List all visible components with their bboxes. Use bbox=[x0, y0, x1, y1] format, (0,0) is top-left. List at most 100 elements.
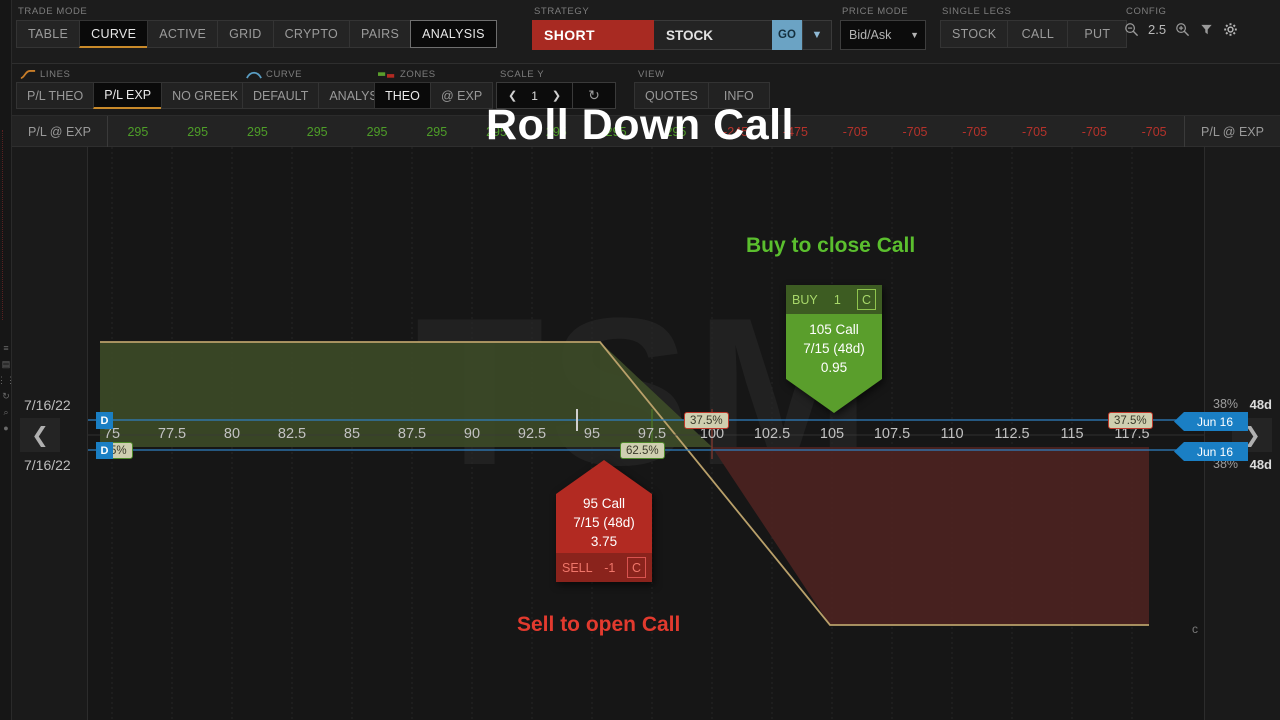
price-mode-value: Bid/Ask bbox=[849, 28, 892, 42]
buy-marker-body: 105 Call 7/15 (48d) 0.95 bbox=[786, 314, 882, 380]
x-axis-tick: 95 bbox=[583, 426, 601, 442]
sell-marker-body: 95 Call 7/15 (48d) 3.75 bbox=[556, 494, 652, 554]
x-axis-tick: 80 bbox=[223, 426, 241, 442]
expiry-tag-top[interactable]: Jun 16 bbox=[1174, 412, 1248, 431]
price-mode-select[interactable]: Bid/Ask ▼ bbox=[840, 20, 926, 50]
leg-put-button[interactable]: PUT bbox=[1067, 20, 1128, 48]
right-pct-top: 38% bbox=[1213, 397, 1239, 411]
zoom-level-value: 2.5 bbox=[1148, 22, 1167, 37]
lines-label: LINES bbox=[16, 64, 265, 80]
menu-icon[interactable]: ≡ bbox=[0, 340, 12, 356]
sell-strike: 95 Call bbox=[582, 496, 626, 511]
tab-curve[interactable]: CURVE bbox=[79, 20, 148, 48]
x-axis-tick: 107.5 bbox=[873, 426, 911, 442]
x-axis-tick: 102.5 bbox=[753, 426, 791, 442]
buy-annotation: Buy to close Call bbox=[746, 234, 916, 257]
leg-stock-button[interactable]: STOCK bbox=[940, 20, 1008, 48]
buy-marker-header: BUY 1 C bbox=[786, 285, 882, 314]
single-legs-label: SINGLE LEGS bbox=[942, 6, 1012, 17]
sell-annotation: Sell to open Call bbox=[517, 613, 681, 636]
buy-action-label: BUY bbox=[792, 292, 818, 307]
sell-type-badge: C bbox=[627, 557, 646, 579]
left-date-bottom: 7/16/22 bbox=[24, 457, 71, 473]
probability-badge[interactable]: 37.5% bbox=[1108, 412, 1153, 429]
curve-line-icon bbox=[20, 70, 36, 79]
refresh-icon[interactable]: ↻ bbox=[0, 388, 12, 404]
sell-marker-pointer bbox=[556, 460, 652, 494]
circle-icon[interactable]: ● bbox=[0, 420, 12, 436]
x-axis-tick: 97.5 bbox=[637, 426, 667, 442]
buy-option-marker[interactable]: BUY 1 C 105 Call 7/15 (48d) 0.95 bbox=[786, 285, 882, 414]
strategy-label: STRATEGY bbox=[534, 6, 590, 17]
right-days-top: 48d bbox=[1249, 397, 1272, 412]
chevron-down-icon[interactable]: ▼ bbox=[802, 20, 832, 50]
config-label: CONFIG bbox=[1126, 6, 1167, 17]
sell-qty: -1 bbox=[604, 560, 616, 575]
left-date-top: 7/16/22 bbox=[24, 397, 71, 413]
x-axis-tick: 92.5 bbox=[517, 426, 547, 442]
page-title: Roll Down Call bbox=[486, 101, 794, 149]
leg-call-button[interactable]: CALL bbox=[1007, 20, 1068, 48]
top-toolbar: TRADE MODE TABLE CURVE ACTIVE GRID CRYPT… bbox=[12, 0, 1280, 64]
search-icon[interactable]: ⌕ bbox=[0, 404, 12, 420]
price-mode-label: PRICE MODE bbox=[842, 6, 909, 17]
sell-price: 3.75 bbox=[590, 534, 618, 550]
x-axis-tick: 85 bbox=[343, 426, 361, 442]
dividend-marker-top[interactable]: D bbox=[96, 412, 113, 429]
single-legs-group: SINGLE LEGS STOCK CALL PUT bbox=[936, 0, 1128, 64]
zones-label: ZONES bbox=[374, 64, 493, 80]
x-axis-tick: 87.5 bbox=[397, 426, 427, 442]
rail-icon-group[interactable]: ≡ ▤ ⋮⋮ ↻ ⌕ ● bbox=[0, 340, 15, 436]
probability-badge[interactable]: 62.5% bbox=[620, 442, 665, 459]
strategy-type-button[interactable]: STOCK bbox=[654, 20, 772, 50]
x-axis-tick: 82.5 bbox=[277, 426, 307, 442]
strategy-group: STRATEGY SHORT STOCK GO ▼ bbox=[528, 0, 832, 64]
right-days-bottom: 48d bbox=[1249, 457, 1272, 472]
sell-marker-header: SELL -1 C bbox=[556, 553, 652, 583]
buy-marker-pointer bbox=[786, 379, 882, 414]
crosshair-cursor bbox=[576, 409, 578, 431]
x-axis-tick: 112.5 bbox=[994, 426, 1030, 442]
tab-pairs[interactable]: PAIRS bbox=[349, 20, 411, 48]
sell-expiry: 7/15 (48d) bbox=[573, 515, 635, 531]
sell-action-label: SELL bbox=[562, 560, 593, 575]
zoom-in-icon[interactable] bbox=[1175, 22, 1190, 37]
x-axis-tick: 115 bbox=[1060, 426, 1084, 442]
tab-grid[interactable]: GRID bbox=[217, 20, 273, 48]
view-label: VIEW bbox=[638, 69, 665, 80]
sell-option-marker[interactable]: 95 Call 7/15 (48d) 3.75 SELL -1 C bbox=[556, 460, 652, 583]
tab-table[interactable]: TABLE bbox=[16, 20, 80, 48]
sliders-icon[interactable]: ⋮⋮ bbox=[0, 372, 15, 388]
price-mode-group: PRICE MODE Bid/Ask ▼ bbox=[836, 0, 926, 64]
tab-analysis[interactable]: ANALYSIS bbox=[410, 20, 497, 48]
arc-icon bbox=[246, 71, 262, 79]
scale-y-label: SCALE Y bbox=[500, 69, 545, 80]
trade-mode-label: TRADE MODE bbox=[18, 6, 88, 17]
prev-expiry-button[interactable]: ❮ bbox=[20, 418, 60, 452]
tab-active[interactable]: ACTIVE bbox=[147, 20, 218, 48]
zoom-out-icon[interactable] bbox=[1124, 22, 1139, 37]
x-axis-tick: 90 bbox=[463, 426, 481, 442]
zones-icon bbox=[378, 71, 395, 78]
chevron-down-icon: ▼ bbox=[910, 30, 919, 40]
x-axis-tick: 77.5 bbox=[157, 426, 187, 442]
rail-divider bbox=[2, 130, 4, 320]
probability-badge[interactable]: 37.5% bbox=[684, 412, 729, 429]
x-axis-tick: 110 bbox=[940, 426, 964, 442]
layout-icon[interactable]: ▤ bbox=[0, 356, 12, 372]
dividend-marker-bottom[interactable]: D bbox=[96, 442, 113, 459]
x-axis-tick: 105 bbox=[819, 426, 845, 442]
thinkorswim-analysis-window: ≡ ▤ ⋮⋮ ↻ ⌕ ● TRADE MODE TABLE CURVE ACTI… bbox=[0, 0, 1280, 720]
pl-chart[interactable]: TSM bbox=[12, 147, 1280, 720]
config-group: CONFIG 2.5 bbox=[1120, 0, 1238, 64]
buy-expiry: 7/15 (48d) bbox=[803, 341, 865, 357]
trade-mode-group: TRADE MODE TABLE CURVE ACTIVE GRID CRYPT… bbox=[12, 0, 497, 64]
right-side-panel: 38% 48d ❯ 38% 48d bbox=[1204, 147, 1280, 720]
filter-icon[interactable] bbox=[1199, 22, 1214, 37]
expiry-tag-bottom[interactable]: Jun 16 bbox=[1174, 442, 1248, 461]
strategy-side-button[interactable]: SHORT bbox=[532, 20, 654, 50]
gear-icon[interactable] bbox=[1223, 22, 1238, 37]
tab-crypto[interactable]: CRYPTO bbox=[272, 20, 350, 48]
buy-price: 0.95 bbox=[820, 360, 848, 376]
strategy-go-button[interactable]: GO bbox=[772, 20, 802, 50]
